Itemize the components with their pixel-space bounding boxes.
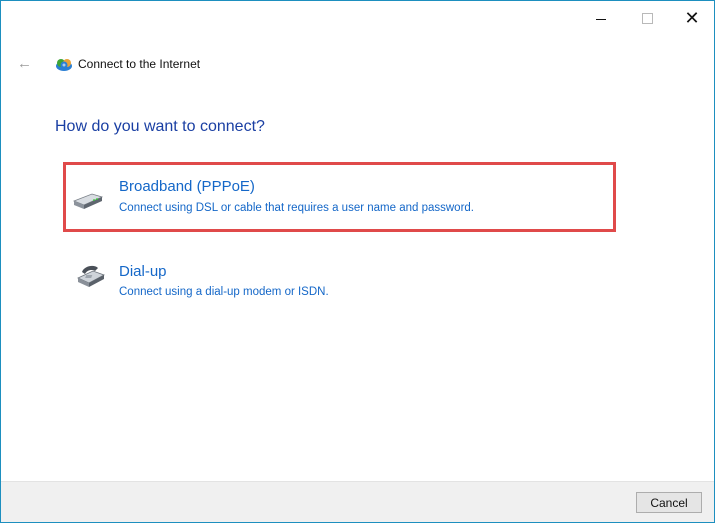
minimize-icon	[596, 18, 606, 20]
dialup-option[interactable]: Dial-up Connect using a dial-up modem or…	[63, 259, 616, 329]
maximize-button[interactable]	[624, 1, 670, 35]
minimize-button[interactable]	[578, 1, 624, 35]
dialup-phone-icon	[77, 265, 105, 287]
close-button[interactable]: ✕	[669, 1, 715, 35]
broadband-option[interactable]: Broadband (PPPoE) Connect using DSL or c…	[63, 162, 616, 232]
page-heading: How do you want to connect?	[55, 118, 265, 135]
footer-bar: Cancel	[1, 481, 714, 522]
maximize-icon	[641, 12, 653, 24]
broadband-modem-icon	[72, 193, 104, 209]
back-arrow-icon[interactable]: ←	[17, 55, 32, 72]
navigation-row: ← Connect to the Internet	[1, 51, 714, 77]
connect-wizard-window: ✕ ← Connect to the Internet How do you w…	[0, 0, 715, 523]
broadband-option-description: Connect using DSL or cable that requires…	[119, 202, 474, 214]
title-bar: ✕	[1, 1, 714, 35]
network-globe-icon	[56, 59, 72, 71]
dialup-option-description: Connect using a dial-up modem or ISDN.	[119, 286, 329, 298]
dialup-option-title: Dial-up	[119, 263, 167, 280]
window-title: Connect to the Internet	[78, 57, 201, 71]
cancel-button[interactable]: Cancel	[636, 492, 702, 513]
close-icon: ✕	[684, 8, 700, 28]
broadband-option-title: Broadband (PPPoE)	[119, 178, 255, 195]
